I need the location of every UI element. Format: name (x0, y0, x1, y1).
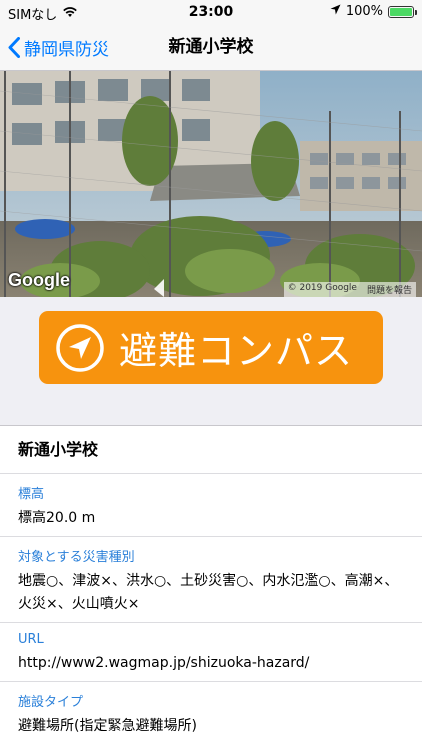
field-label: 対象とする災害種別 (18, 550, 135, 565)
list-item: 標高 標高20.0 m (0, 474, 422, 537)
status-bar: SIMなし 23:00 100% (0, 0, 422, 24)
field-label: 施設タイプ (18, 695, 84, 710)
street-view-footer: © 2019 Google 問題を報告 (283, 282, 416, 297)
battery-percent: 100% (345, 4, 383, 19)
compass-button-label: 避難コンパス (119, 329, 354, 373)
report-problem-link[interactable]: 問題を報告 (367, 283, 412, 296)
google-logo: Google (8, 270, 70, 290)
url-link[interactable]: http://www2.wagmap.jp/shizuoka-hazard/ (18, 647, 404, 681)
list-item: 施設タイプ 避難場所(指定緊急避難場所) (0, 682, 422, 744)
compass-section: 避難コンパス (0, 297, 422, 425)
copyright-text: © 2019 Google (287, 283, 357, 293)
field-label: URL (18, 632, 44, 647)
list-item[interactable]: URL http://www2.wagmap.jp/shizuoka-hazar… (0, 623, 422, 682)
evacuation-compass-button[interactable]: 避難コンパス (39, 311, 383, 384)
facility-name: 新通小学校 (0, 426, 422, 474)
field-value: 標高20.0 m (18, 510, 96, 526)
battery-fill (390, 7, 412, 16)
status-right: 100% (330, 4, 417, 19)
location-arrow-icon (330, 4, 341, 19)
field-value: 地震○、津波×、洪水○、土砂災害○、内水氾濫○、高潮×、火災×、火山噴火× (18, 573, 399, 612)
page-title: 新通小学校 (168, 37, 254, 57)
street-view-image[interactable]: Google © 2019 Google 問題を報告 (0, 71, 422, 297)
battery-icon (388, 5, 417, 18)
facility-details-list: 新通小学校 標高 標高20.0 m 対象とする災害種別 地震○、津波×、洪水○、… (0, 425, 422, 750)
navigation-bar: 静岡県防災 新通小学校 (0, 24, 422, 71)
field-value: 避難場所(指定緊急避難場所) (18, 718, 197, 734)
street-view-picture (0, 71, 422, 297)
field-label: 標高 (18, 487, 45, 502)
navigation-arrow-icon (56, 323, 104, 372)
list-item: 対象とする災害種別 地震○、津波×、洪水○、土砂災害○、内水氾濫○、高潮×、火災… (0, 537, 422, 623)
